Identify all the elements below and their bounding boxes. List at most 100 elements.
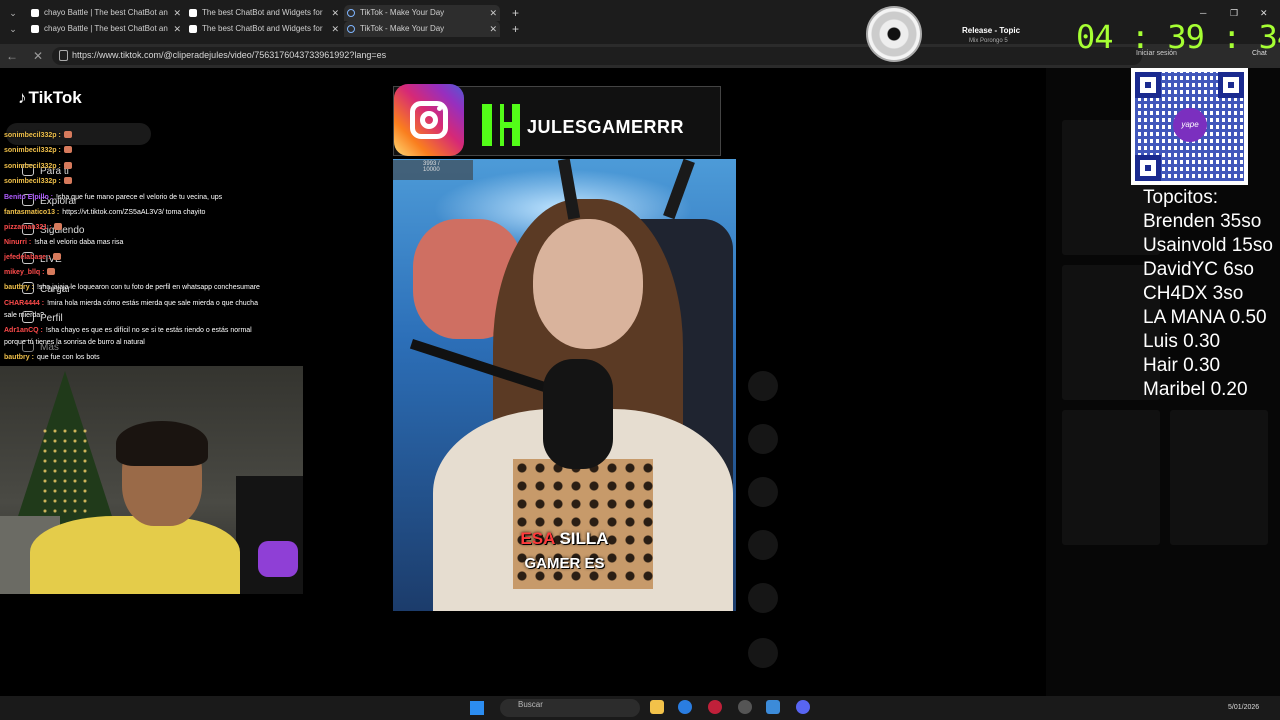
new-tab-icon[interactable]: + (512, 21, 519, 37)
chat-message: pizzaman321 : (4, 223, 63, 232)
tab-close-icon[interactable]: ✕ (331, 5, 339, 21)
tab-title: The best ChatBot and Widgets for (202, 24, 323, 33)
rail-action-button[interactable] (748, 583, 778, 613)
tab-row-2: ⌄ chayo Battle | The best ChatBot an ✕ Th… (0, 21, 540, 37)
qr-finder (1135, 72, 1161, 98)
chat-username: fantasmatico13 : (4, 209, 60, 216)
back-icon[interactable]: ← (4, 48, 20, 64)
chat-text: !sha jajaja le loquearon con tu foto de … (36, 284, 260, 291)
chat-text: que fue con los bots (36, 354, 100, 361)
yape-qr-code: yape (1131, 68, 1248, 185)
obs-icon[interactable] (738, 700, 752, 714)
chat-username: jefedelabase : (4, 254, 51, 261)
tiktok-logo[interactable]: ♪ TikTok (18, 88, 82, 108)
steam-icon[interactable] (766, 700, 780, 714)
caption-highlight: ESA (520, 529, 555, 548)
tab-favicon (189, 25, 197, 33)
tab-close-icon[interactable]: ✕ (173, 5, 181, 21)
streamer-handle: JULESGAMERRR (527, 117, 685, 137)
tab-chatbot-widgets[interactable]: The best ChatBot and Widgets for ✕ (186, 5, 342, 21)
rail-action-button[interactable] (748, 638, 778, 668)
chat-message: Benito Elpillo : !sha que fue mano parece… (4, 193, 222, 202)
windows-start-icon[interactable] (470, 701, 484, 715)
chat-message: fantasmatico13 : https://vt.tiktok.com/ZS… (4, 208, 205, 217)
file-explorer-icon[interactable] (650, 700, 664, 714)
discord-icon[interactable] (796, 700, 810, 714)
new-tab-icon[interactable]: + (512, 5, 519, 21)
chat-username: sonimbecil332p : (4, 163, 61, 170)
chat-message: jefedelabase : (4, 253, 62, 262)
tab-chatbot-widgets[interactable]: The best ChatBot and Widgets for ✕ (186, 21, 342, 37)
chat-message: sonimbecil332p : (4, 177, 72, 186)
social-banner: JULESGAMERRR (393, 84, 721, 156)
tab-title: TikTok - Make Your Day (360, 24, 445, 33)
chat-text: !sha que fue mano parece el velorio de t… (56, 194, 223, 201)
chat-emote-icon (63, 177, 72, 184)
opera-icon[interactable] (708, 700, 722, 714)
chat-username: Adr1anCQ : (4, 327, 43, 334)
chat-message: mikey_bllq : (4, 268, 56, 277)
video-person-face (533, 219, 643, 349)
goal-bar: 3993 / 10000 (393, 160, 473, 180)
video-player[interactable]: ESA SILLA GAMER ES (393, 159, 736, 611)
site-info-icon[interactable] (59, 50, 68, 61)
chat-text: !sha chayo es que es difícil no se si te… (45, 327, 252, 334)
tab-close-icon[interactable]: ✕ (489, 5, 497, 21)
windows-taskbar: Buscar 5/01/2026 (0, 696, 1280, 720)
like-button[interactable] (748, 371, 778, 401)
tab-favicon (189, 9, 197, 17)
tab-list-chevron-icon[interactable]: ⌄ (6, 7, 20, 19)
related-card[interactable] (1170, 410, 1268, 545)
save-button[interactable] (748, 477, 778, 507)
chat-username: CHAR4444 : (4, 300, 45, 307)
chat-emote-icon (63, 162, 72, 169)
top-donor-entry: Brenden 35so (1143, 211, 1262, 232)
tab-tiktok[interactable]: TikTok - Make Your Day ✕ (344, 5, 500, 21)
now-playing-title: Release - Topic (962, 26, 1021, 35)
chat-emote-icon (53, 253, 62, 260)
top-donor-entry: Usainvold 15so (1143, 235, 1273, 256)
instagram-icon (394, 84, 464, 156)
chat-username: sonimbecil332p : (4, 147, 61, 154)
minimize-icon[interactable]: ─ (1200, 8, 1206, 18)
caption-rest: SILLA (559, 529, 609, 548)
reload-stop-icon[interactable]: ✕ (30, 48, 46, 64)
video-caption-line-2: GAMER ES (524, 555, 605, 572)
tab-close-icon[interactable]: ✕ (331, 21, 339, 37)
tab-close-icon[interactable]: ✕ (173, 21, 181, 37)
chat-message: bautbry : !sha jajaja le loquearon con tu… (4, 283, 260, 292)
chat-username: pizzaman321 : (4, 224, 52, 231)
top-donors-title: Topcitos: (1143, 187, 1218, 208)
comment-button[interactable] (748, 424, 778, 454)
vinyl-record-icon (866, 6, 922, 62)
chat-message: sonimbecil332p : (4, 162, 72, 171)
chat-text: porque tú tienes la sonrisa de burro al … (4, 339, 145, 346)
edge-icon[interactable] (678, 700, 692, 714)
tab-favicon (31, 9, 39, 17)
related-card[interactable] (1062, 410, 1160, 545)
top-donors-list: Topcitos: Brenden 35so Usainvold 15so Da… (1143, 186, 1280, 402)
webcam-overlay (0, 366, 303, 594)
top-donor-entry: CH4DX 3so (1143, 283, 1244, 304)
chat-message: sale mierda? (4, 311, 44, 320)
now-playing-artist: Mix Porongo 5 (969, 38, 1008, 44)
tab-row-1: ⌄ chayo Battle | The best ChatBot an ✕ Th… (0, 5, 540, 21)
tab-chayo-battle[interactable]: chayo Battle | The best ChatBot an ✕ (28, 5, 184, 21)
chat-username: Benito Elpillo : (4, 194, 53, 201)
chat-message: sonimbecil332p : (4, 146, 72, 155)
tiktok-note-icon: ♪ (18, 88, 27, 107)
taskbar-search-label: Buscar (518, 700, 543, 709)
yape-logo: yape (1173, 108, 1207, 142)
tab-tiktok[interactable]: TikTok - Make Your Day ✕ (344, 21, 500, 37)
top-donor-entry: LA MANA 0.50 (1143, 307, 1267, 328)
chat-message: porque tú tienes la sonrisa de burro al … (4, 338, 145, 347)
url-field[interactable]: https://www.tiktok.com/@cliperadejules/v… (52, 47, 1142, 65)
chat-username: bautbry : (4, 284, 34, 291)
tab-list-chevron-icon[interactable]: ⌄ (6, 23, 20, 35)
top-donor-entry: Luis 0.30 (1143, 331, 1221, 352)
tab-chayo-battle[interactable]: chayo Battle | The best ChatBot an ✕ (28, 21, 184, 37)
share-button[interactable] (748, 530, 778, 560)
qr-finder (1135, 155, 1161, 181)
chat-text: https://vt.tiktok.com/ZS5aAL3V3/ toma ch… (62, 209, 206, 216)
tab-close-icon[interactable]: ✕ (489, 21, 497, 37)
